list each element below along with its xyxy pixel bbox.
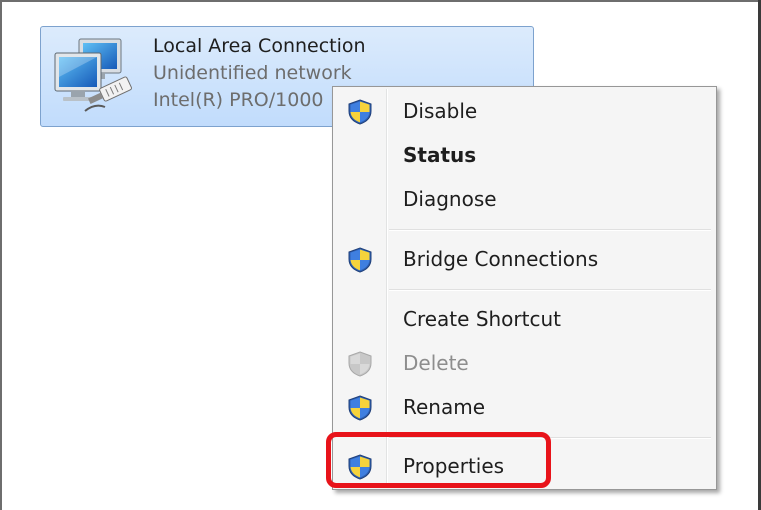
menu-item-label: Delete: [403, 351, 469, 375]
properties-highlight-box: [326, 432, 551, 488]
context-menu: Disable Status Diagnose Bridge Connectio…: [332, 86, 717, 490]
menu-item-label: Status: [403, 143, 477, 167]
uac-shield-icon: [348, 351, 372, 377]
uac-shield-icon: [348, 247, 372, 273]
menu-item-label: Rename: [403, 395, 486, 419]
menu-item-label: Diagnose: [403, 187, 497, 211]
menu-separator: [389, 229, 711, 231]
menu-item-rename[interactable]: Rename: [335, 387, 714, 427]
uac-shield-icon: [348, 99, 372, 125]
network-adapter-icon: [54, 38, 132, 112]
menu-item-diagnose[interactable]: Diagnose: [335, 179, 714, 219]
connection-name: Local Area Connection: [153, 35, 366, 57]
menu-item-bridge-connections[interactable]: Bridge Connections: [335, 239, 714, 279]
menu-item-disable[interactable]: Disable: [335, 91, 714, 131]
connection-status: Unidentified network: [153, 62, 352, 84]
menu-item-status[interactable]: Status: [335, 135, 714, 175]
menu-item-label: Create Shortcut: [403, 307, 561, 331]
uac-shield-icon: [348, 395, 372, 421]
menu-item-label: Bridge Connections: [403, 247, 599, 271]
menu-item-delete[interactable]: Delete: [335, 343, 714, 383]
menu-item-label: Disable: [403, 99, 478, 123]
menu-item-create-shortcut[interactable]: Create Shortcut: [335, 299, 714, 339]
menu-separator: [389, 289, 711, 291]
